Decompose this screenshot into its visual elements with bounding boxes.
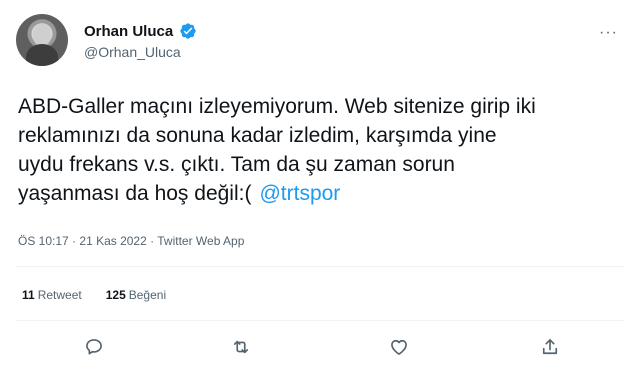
share-icon <box>540 337 560 357</box>
more-options-icon[interactable]: ··· <box>599 24 618 42</box>
tweet-card: Orhan Uluca @Orhan_Uluca ··· ABD-Galler … <box>0 0 640 384</box>
likes-stat[interactable]: 125 Beğeni <box>106 288 166 302</box>
tweet-text: ABD-Galler maçını izleyemiyorum. Web sit… <box>18 92 628 208</box>
meta-separator: · <box>150 234 155 248</box>
mention-link[interactable]: @trtspor <box>259 182 340 205</box>
divider <box>16 320 624 321</box>
retweet-icon <box>231 337 251 357</box>
heart-icon <box>389 337 409 357</box>
tweet-text-line: reklamınızı da sonuna kadar izledim, kar… <box>18 124 497 147</box>
engagement-stats: 11 Retweet 125 Beğeni <box>22 288 166 302</box>
tweet-text-line: ABD-Galler maçını izleyemiyorum. Web sit… <box>18 95 536 118</box>
likes-label: Beğeni <box>128 288 167 302</box>
divider <box>16 266 624 267</box>
avatar-shoulders <box>26 44 58 66</box>
tweet-text-line: uydu frekans v.s. çıktı. Tam da şu zaman… <box>18 153 455 176</box>
tweet-text-fragment: yaşanması da hoş değil:( <box>18 182 252 205</box>
tweet-source[interactable]: Twitter Web App <box>157 234 244 248</box>
display-name[interactable]: Orhan Uluca <box>84 23 173 40</box>
retweets-label: Retweet <box>37 288 82 302</box>
retweets-stat[interactable]: 11 Retweet <box>22 288 82 302</box>
share-button[interactable] <box>535 332 565 362</box>
action-bar <box>0 332 640 362</box>
reply-button[interactable] <box>79 332 109 362</box>
tweet-metadata: ÖS 10:17 · 21 Kas 2022 · Twitter Web App <box>18 234 244 248</box>
name-row: Orhan Uluca <box>84 22 197 40</box>
retweets-count: 11 <box>22 288 35 302</box>
tweet-text-line-last: yaşanması da hoş değil:( @trtspor <box>18 179 628 208</box>
like-button[interactable] <box>384 332 414 362</box>
tweet-date[interactable]: 21 Kas 2022 <box>79 234 146 248</box>
avatar[interactable] <box>16 14 68 66</box>
user-handle[interactable]: @Orhan_Uluca <box>84 44 197 60</box>
reply-icon <box>84 337 104 357</box>
tweet-time[interactable]: ÖS 10:17 <box>18 234 69 248</box>
retweet-button[interactable] <box>226 332 256 362</box>
meta-separator: · <box>72 234 77 248</box>
likes-count: 125 <box>105 288 126 302</box>
verified-badge-icon <box>179 22 197 40</box>
avatar-face <box>33 24 51 46</box>
author-header: Orhan Uluca @Orhan_Uluca <box>84 22 197 60</box>
